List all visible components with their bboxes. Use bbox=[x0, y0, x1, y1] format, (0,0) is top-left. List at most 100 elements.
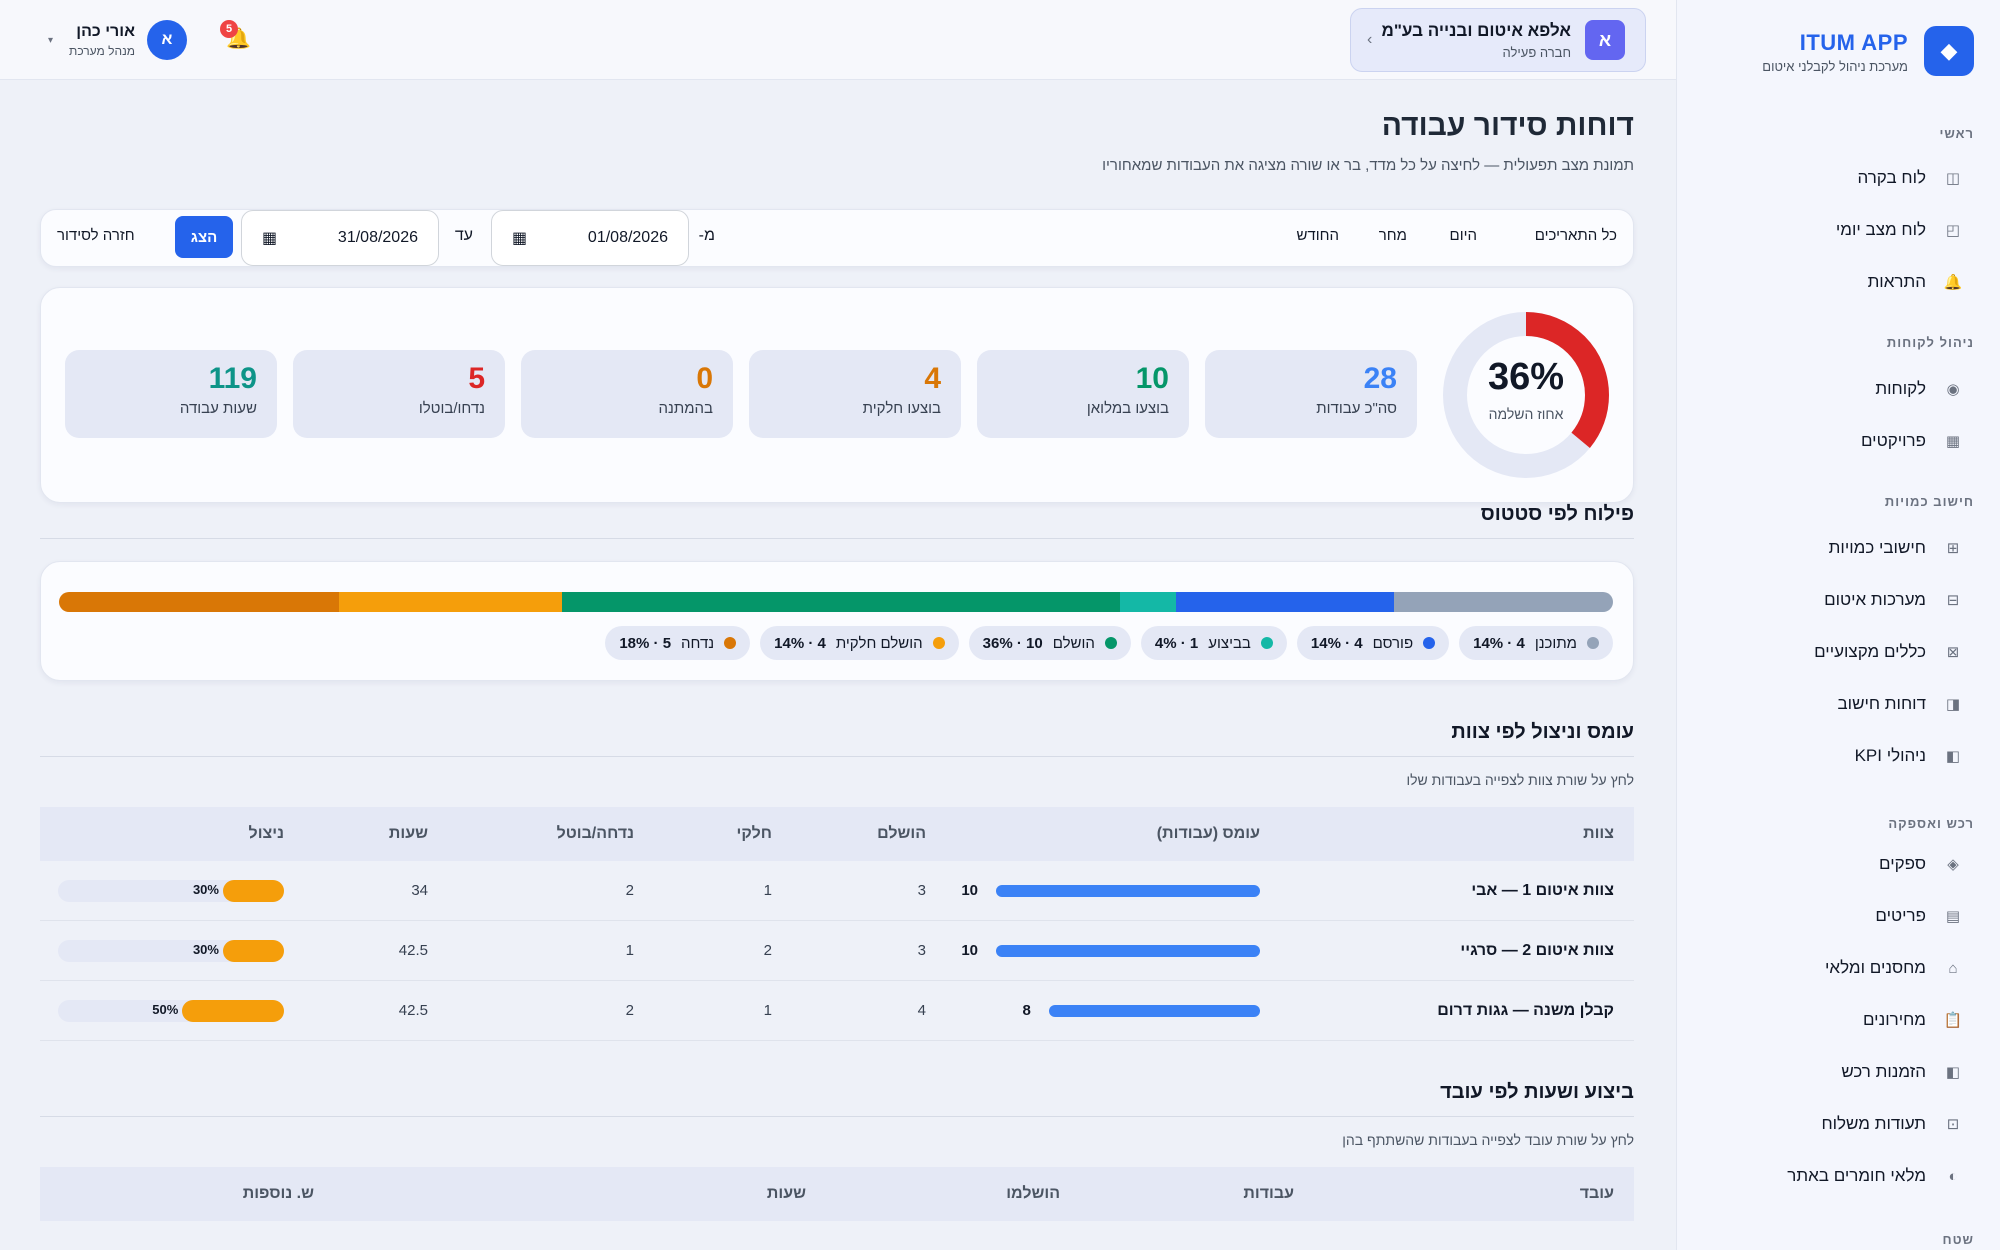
teams-subtitle: לחץ על שורת צוות לצפייה בעבודות שלו bbox=[1406, 772, 1634, 788]
status-legend-item[interactable]: נדחה 18% · 5 bbox=[605, 626, 751, 660]
section-divider bbox=[40, 756, 1634, 757]
sidebar-item[interactable]: לוח מצב יומי ◰ bbox=[1676, 207, 2000, 253]
filter-tomorrow-button[interactable]: מחר bbox=[1379, 227, 1407, 244]
notifications-button[interactable]: 🔔 5 bbox=[220, 20, 251, 51]
sidebar-item-label: KPI ניהולי bbox=[1854, 746, 1926, 765]
sidebar-item[interactable]: התראות 🔔 bbox=[1676, 259, 2000, 305]
column-header[interactable]: שעות bbox=[389, 825, 428, 843]
status-count: 18% · 5 bbox=[619, 634, 672, 652]
avatar[interactable]: א bbox=[147, 20, 187, 60]
chevron-left-icon[interactable]: ‹ bbox=[1367, 31, 1372, 49]
teams-table: צוות עומס (עבודות) הושלם חלקי נדחה/בוטל שעות נ… bbox=[40, 807, 1634, 1043]
load-bar bbox=[996, 885, 1260, 897]
company-status: חברה פעילה bbox=[1502, 44, 1571, 60]
column-header[interactable]: עומס (עבודות) bbox=[1157, 825, 1260, 843]
company-switcher[interactable]: ‹ אלפא איטום ובנייה בע"מ חברה פעילה א bbox=[1350, 8, 1646, 72]
status-bar-segment[interactable] bbox=[1175, 592, 1395, 612]
caret-down-icon[interactable]: ▾ bbox=[48, 35, 53, 46]
partial-count: 1 bbox=[763, 882, 772, 899]
utilization-fill bbox=[222, 880, 284, 902]
team-name: צוות איטום 2 — סרגיי bbox=[1460, 941, 1614, 959]
status-count: 4% · 1 bbox=[1154, 634, 1199, 652]
sidebar-item[interactable]: ספקים ◈ bbox=[1676, 841, 2000, 887]
sidebar-item[interactable]: פרויקטים ▦ bbox=[1676, 418, 2000, 464]
sidebar-item[interactable]: חישובי כמויות ⊞ bbox=[1676, 525, 2000, 571]
status-name: מתוכנן bbox=[1534, 634, 1577, 652]
column-header[interactable]: הושלם bbox=[877, 825, 926, 843]
calendar-icon[interactable]: ▦ bbox=[512, 228, 527, 248]
to-date-input[interactable]: 31/08/2026 ▦ bbox=[241, 210, 439, 266]
sidebar-item-icon: ◈ bbox=[1947, 856, 1959, 873]
summary-card[interactable]: 0 בהמתנה bbox=[521, 350, 733, 438]
sidebar-item-label: הזמנות רכש bbox=[1841, 1062, 1926, 1081]
summary-card[interactable]: 4 בוצעו חלקית bbox=[749, 350, 961, 438]
column-header[interactable]: נדחה/בוטל bbox=[557, 825, 634, 843]
sidebar-item[interactable]: כללים מקצועיים ⊠ bbox=[1676, 629, 2000, 675]
column-header[interactable]: עובד bbox=[1580, 1185, 1614, 1203]
column-header[interactable]: הושלמו bbox=[1006, 1185, 1060, 1203]
company-name: אלפא איטום ובנייה בע"מ bbox=[1381, 20, 1571, 40]
filter-today-button[interactable]: היום bbox=[1450, 227, 1477, 244]
status-stacked-bar[interactable] bbox=[59, 592, 1613, 612]
utilization-fill bbox=[222, 940, 284, 962]
show-button[interactable]: הצג bbox=[175, 216, 233, 258]
status-bar-segment[interactable] bbox=[59, 592, 339, 612]
summary-card[interactable]: 10 בוצעו במלואן bbox=[977, 350, 1189, 438]
status-bar-segment[interactable] bbox=[1119, 592, 1176, 612]
sidebar-item[interactable]: מחירונים 📋 bbox=[1676, 997, 2000, 1043]
sidebar-item-label: חישובי כמויות bbox=[1828, 538, 1926, 557]
back-to-schedule-button[interactable]: חזרה לסידור bbox=[57, 227, 135, 244]
summary-card[interactable]: 119 שעות עבודה bbox=[65, 350, 277, 438]
status-legend-item[interactable]: הושלם חלקית 14% · 4 bbox=[760, 626, 959, 660]
status-legend-item[interactable]: הושלם 36% · 10 bbox=[968, 626, 1131, 660]
column-header[interactable]: ש. נוספות bbox=[243, 1185, 314, 1203]
sidebar-item[interactable]: פריטים ▤ bbox=[1676, 893, 2000, 939]
status-bar-segment[interactable] bbox=[338, 592, 562, 612]
status-bar-segment[interactable] bbox=[1394, 592, 1613, 612]
sidebar-item[interactable]: מערכות איטום ⊟ bbox=[1676, 577, 2000, 623]
status-legend-item[interactable]: פורסם 14% · 4 bbox=[1296, 626, 1450, 660]
status-legend-item[interactable]: מתוכנן 14% · 4 bbox=[1459, 626, 1613, 660]
table-row[interactable]: צוות איטום 2 — סרגיי 10 3 2 1 42.5 30% bbox=[40, 921, 1634, 981]
sidebar-item-icon: ⊡ bbox=[1946, 1116, 1960, 1133]
column-header[interactable]: צוות bbox=[1583, 825, 1614, 843]
nav-section-title: שטח bbox=[1942, 1232, 1974, 1247]
table-row[interactable]: קבלן משנה — גגות דרום 8 4 1 2 42.5 50% bbox=[40, 981, 1634, 1041]
user-menu[interactable]: ▾ אורי כהן מנהל מערכת א bbox=[48, 18, 187, 62]
from-date-value: 01/08/2026 bbox=[587, 229, 668, 246]
sidebar-item-icon: ◉ bbox=[1946, 381, 1960, 398]
from-date-input[interactable]: 01/08/2026 ▦ bbox=[491, 210, 689, 266]
filter-this-month-button[interactable]: החודש bbox=[1296, 227, 1339, 244]
status-legend-item[interactable]: בביצוע 4% · 1 bbox=[1140, 626, 1287, 660]
sidebar-item[interactable]: תעודות משלוח ⊡ bbox=[1676, 1101, 2000, 1147]
sidebar-item[interactable]: דוחות חישוב ◨ bbox=[1676, 681, 2000, 727]
nav-section-title: ניהול לקוחות bbox=[1886, 335, 1974, 350]
partial-count: 2 bbox=[763, 942, 772, 959]
status-count: 14% · 4 bbox=[774, 634, 826, 652]
company-avatar: א bbox=[1585, 20, 1625, 60]
user-text: אורי כהן מנהל מערכת bbox=[69, 23, 135, 58]
status-bar-segment[interactable] bbox=[561, 592, 1120, 612]
column-header[interactable]: ניצול bbox=[249, 825, 284, 843]
column-header[interactable]: שעות bbox=[767, 1185, 806, 1203]
done-count: 4 bbox=[917, 1002, 926, 1019]
brand[interactable]: ITUM APP מערכת ניהול לקבלני איטום ◆ bbox=[1762, 26, 1974, 76]
column-header[interactable]: עבודות bbox=[1243, 1185, 1294, 1203]
brand-name: ITUM APP bbox=[1799, 29, 1908, 55]
partial-count: 1 bbox=[763, 1002, 772, 1019]
hours-value: 42.5 bbox=[398, 1002, 428, 1019]
filter-all-dates-button[interactable]: כל התאריכים bbox=[1535, 227, 1617, 244]
table-row[interactable]: צוות איטום 1 — אבי 10 3 1 2 34 30% bbox=[40, 861, 1634, 921]
summary-card[interactable]: 28 סה"כ עבודות bbox=[1205, 350, 1417, 438]
sidebar-item[interactable]: הזמנות רכש ◧ bbox=[1676, 1049, 2000, 1095]
sidebar-item[interactable]: מלאי חומרים באתר ◐ bbox=[1676, 1153, 2000, 1199]
summary-card[interactable]: 5 נדחו/בוטלו bbox=[293, 350, 505, 438]
sidebar-item[interactable]: KPI ניהולי ◧ bbox=[1676, 733, 2000, 779]
sidebar-item[interactable]: מחסנים ומלאי ⌂ bbox=[1676, 945, 2000, 991]
sidebar-item[interactable]: לוח בקרה ◫ bbox=[1676, 155, 2000, 201]
load-value: 10 bbox=[961, 942, 978, 959]
brand-subtitle: מערכת ניהול לקבלני איטום bbox=[1762, 58, 1908, 74]
sidebar-item[interactable]: לקוחות ◉ bbox=[1676, 366, 2000, 412]
column-header[interactable]: חלקי bbox=[737, 825, 772, 843]
calendar-icon[interactable]: ▦ bbox=[262, 228, 277, 248]
